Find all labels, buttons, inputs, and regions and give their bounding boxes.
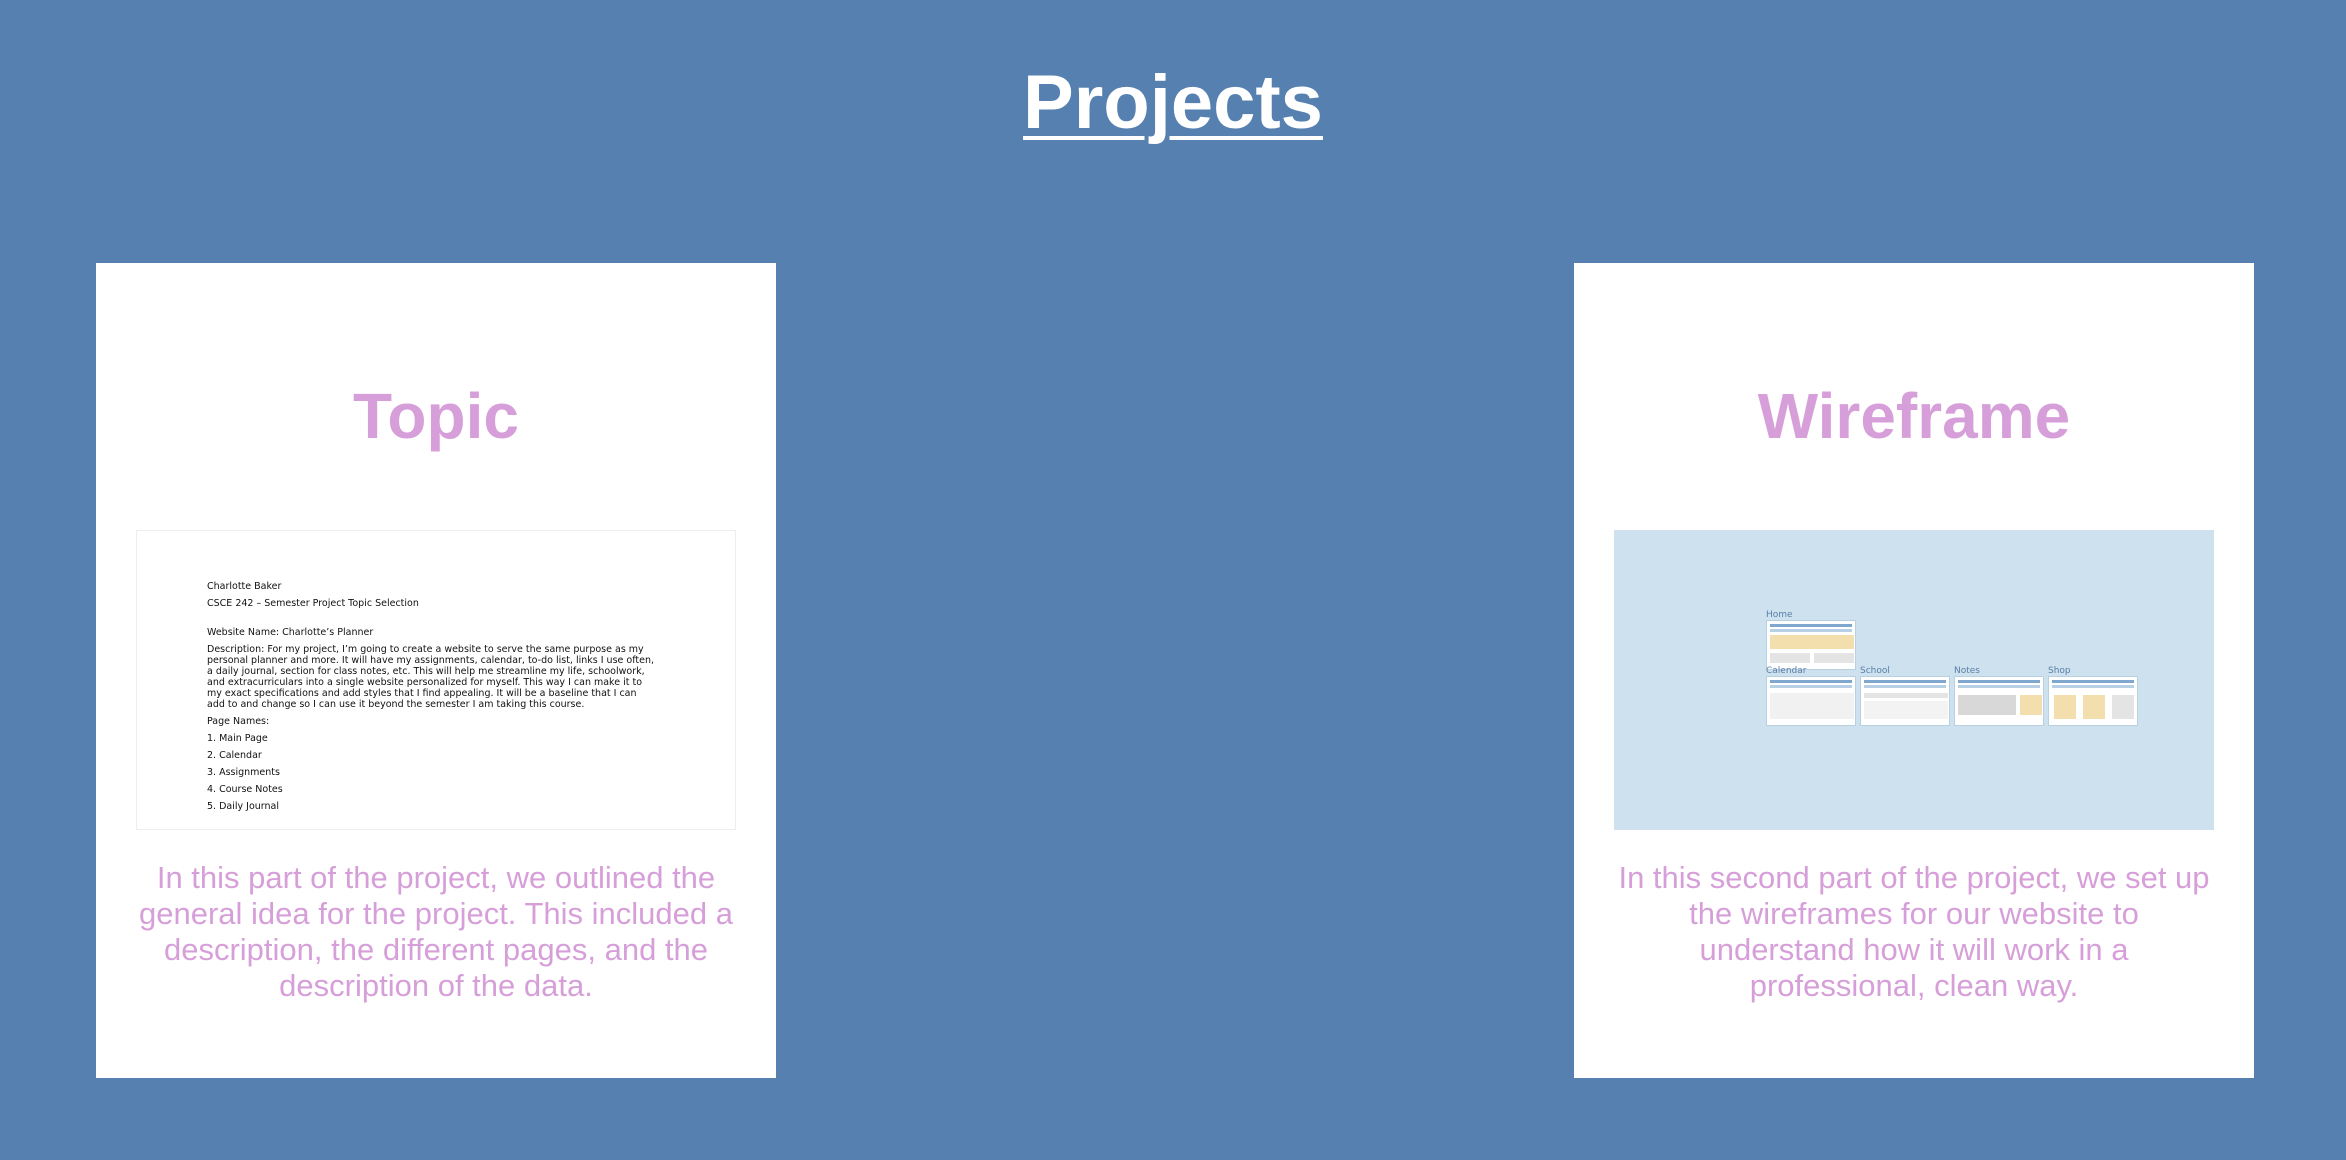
doc-page-item: 2. Calendar xyxy=(207,750,262,761)
doc-page-item: 4. Course Notes xyxy=(207,784,283,795)
wireframe-shop: Shop xyxy=(2048,666,2138,726)
wireframe-label: Home xyxy=(1766,610,1793,620)
wireframe-label: School xyxy=(1860,666,1890,676)
wireframe-home: Home xyxy=(1766,610,1856,670)
doc-author: Charlotte Baker xyxy=(207,581,282,592)
wireframe-school: School xyxy=(1860,666,1950,726)
wireframe-label: Calendar xyxy=(1766,666,1807,676)
wireframe-notes: Notes xyxy=(1954,666,2044,726)
doc-description: Description: For my project, I’m going t… xyxy=(207,644,654,710)
doc-website-name: Website Name: Charlotte’s Planner xyxy=(207,627,374,638)
topic-card[interactable]: Topic Charlotte Baker CSCE 242 – Semeste… xyxy=(96,263,776,1078)
wireframe-thumbnail xyxy=(1860,676,1950,726)
wireframe-label: Shop xyxy=(2048,666,2071,676)
wireframe-calendar: Calendar xyxy=(1766,666,1856,726)
wireframe-card[interactable]: Wireframe Home Calendar School Notes Sho… xyxy=(1574,263,2254,1078)
wireframe-thumbnail xyxy=(1954,676,2044,726)
wireframe-label: Notes xyxy=(1954,666,1980,676)
doc-course: CSCE 242 – Semester Project Topic Select… xyxy=(207,598,419,609)
document-text: Charlotte Baker CSCE 242 – Semester Proj… xyxy=(207,581,657,818)
doc-page-item: 1. Main Page xyxy=(207,733,268,744)
topic-card-title: Topic xyxy=(353,380,519,452)
wireframe-thumbnail xyxy=(1766,676,1856,726)
page-title: Projects xyxy=(1023,60,1323,145)
wireframe-card-description: In this second part of the project, we s… xyxy=(1618,860,2210,1003)
wireframe-thumbnail xyxy=(2048,676,2138,726)
topic-card-description: In this part of the project, we outlined… xyxy=(139,860,733,1003)
wireframe-thumbnail xyxy=(1766,620,1856,670)
doc-page-names-heading: Page Names: xyxy=(207,716,270,727)
wireframe-card-title: Wireframe xyxy=(1757,380,2071,452)
topic-document-preview[interactable]: Charlotte Baker CSCE 242 – Semester Proj… xyxy=(136,530,736,830)
wireframe-preview[interactable]: Home Calendar School Notes Shop xyxy=(1614,530,2214,830)
doc-page-item: 3. Assignments xyxy=(207,767,280,778)
doc-page-item: 5. Daily Journal xyxy=(207,801,279,812)
